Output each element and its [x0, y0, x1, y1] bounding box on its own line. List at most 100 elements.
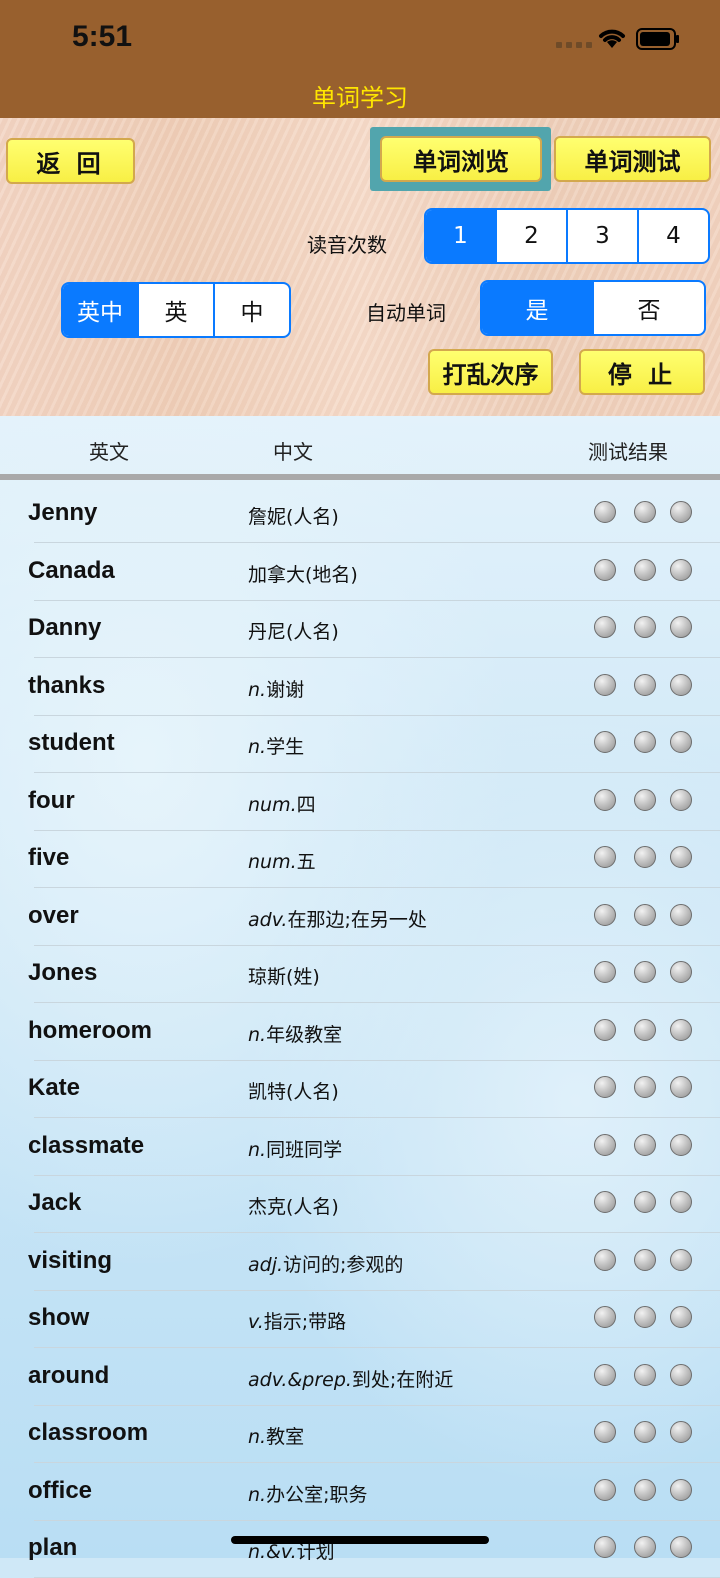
- table-row[interactable]: Jenny 詹妮(人名): [0, 486, 720, 543]
- test-result-indicator-icon: [634, 501, 656, 523]
- header-chinese: 中文: [273, 440, 313, 464]
- part-of-speech: n.: [248, 1426, 267, 1448]
- table-row[interactable]: Danny 丹尼(人名): [0, 601, 720, 658]
- home-indicator[interactable]: [231, 1536, 489, 1544]
- status-time: 5:51: [72, 20, 133, 53]
- test-result-indicator-icon: [594, 1018, 616, 1041]
- table-row[interactable]: student n.学生: [0, 716, 720, 773]
- table-row[interactable]: homeroom n.年级教室: [0, 1004, 720, 1061]
- table-header: 英文 中文 测试结果: [0, 416, 720, 476]
- test-result-indicator-icon: [594, 788, 616, 811]
- meaning: 教室: [266, 1426, 305, 1448]
- word-english: around: [28, 1361, 110, 1389]
- part-of-speech: n.: [248, 1023, 267, 1046]
- word-chinese: 杰克(人名): [248, 1192, 339, 1219]
- test-result-indicator-icon: [594, 1133, 616, 1156]
- meaning: 谢谢: [266, 678, 305, 701]
- word-english: Canada: [28, 556, 115, 584]
- test-result-indicator-icon: [670, 788, 692, 811]
- lang-mode-cn[interactable]: 中: [213, 284, 289, 336]
- lang-mode-en[interactable]: 英: [137, 284, 213, 336]
- word-english: visiting: [28, 1246, 113, 1274]
- header-divider: [0, 474, 720, 480]
- table-row[interactable]: Kate 凯特(人名): [0, 1061, 720, 1118]
- test-result-indicator-icon: [670, 1191, 692, 1213]
- word-english: Jack: [28, 1189, 82, 1216]
- test-result-indicator-icon: [594, 961, 616, 983]
- test-result-indicator-icon: [634, 903, 656, 926]
- meaning: 琼斯(姓): [248, 966, 320, 988]
- test-result-indicator-icon: [670, 1536, 692, 1558]
- word-chinese: n.办公室;职务: [248, 1480, 368, 1507]
- auto-word-yes[interactable]: 是: [482, 282, 592, 334]
- test-result-indicator-icon: [594, 1076, 616, 1098]
- part-of-speech: n.: [248, 1138, 267, 1161]
- word-list[interactable]: 英文 中文 测试结果 Jenny 詹妮(人名) Canada 加拿大(地名) Danny…: [0, 416, 720, 1578]
- word-chinese: 丹尼(人名): [248, 617, 339, 644]
- test-result-indicator-icon: [594, 1478, 616, 1501]
- table-row[interactable]: visiting adj.访问的;参观的: [0, 1234, 720, 1291]
- test-result-indicator-icon: [670, 1076, 692, 1098]
- table-row[interactable]: office n.办公室;职务: [0, 1464, 720, 1521]
- word-chinese: 詹妮(人名): [248, 502, 339, 529]
- table-row[interactable]: thanks n.谢谢: [0, 659, 720, 716]
- table-row[interactable]: plan n.&v.计划: [0, 1521, 720, 1578]
- cellular-signal-icon: [556, 42, 592, 48]
- shuffle-button[interactable]: 打乱次序: [428, 349, 553, 395]
- read-count-3[interactable]: 3: [566, 210, 637, 262]
- word-english: classmate: [28, 1131, 145, 1159]
- table-row[interactable]: around adv.&prep.到处;在附近: [0, 1349, 720, 1406]
- test-result-indicator-icon: [634, 731, 656, 753]
- word-chinese: n.谢谢: [248, 675, 304, 702]
- word-english: office: [28, 1476, 93, 1504]
- read-count-segmented: 1 2 3 4: [424, 208, 710, 264]
- word-english: student: [28, 729, 115, 756]
- meaning: 同班同学: [266, 1138, 343, 1161]
- table-row[interactable]: classmate n.同班同学: [0, 1119, 720, 1176]
- test-result-indicator-icon: [634, 558, 656, 581]
- word-chinese: num.四: [248, 790, 316, 817]
- table-row[interactable]: classroom n.教室: [0, 1406, 720, 1463]
- test-result-indicator-icon: [634, 1133, 656, 1156]
- read-count-2[interactable]: 2: [495, 210, 566, 262]
- part-of-speech: n.&v.: [248, 1541, 297, 1563]
- word-test-button[interactable]: 单词测试: [554, 136, 711, 182]
- word-chinese: v.指示;带路: [248, 1307, 346, 1334]
- table-row[interactable]: show v.指示;带路: [0, 1291, 720, 1348]
- auto-word-no[interactable]: 否: [592, 282, 704, 334]
- table-row[interactable]: Jones 琼斯(姓): [0, 946, 720, 1003]
- word-english: Kate: [28, 1074, 81, 1101]
- test-result-indicator-icon: [634, 1076, 656, 1098]
- test-result-indicator-icon: [594, 731, 616, 753]
- part-of-speech: n.: [248, 736, 267, 758]
- table-row[interactable]: four num.四: [0, 774, 720, 831]
- table-row[interactable]: Jack 杰克(人名): [0, 1176, 720, 1233]
- test-result-indicator-icon: [670, 1248, 692, 1271]
- test-result-indicator-icon: [670, 1363, 692, 1386]
- test-result-indicator-icon: [634, 616, 656, 638]
- test-result-indicator-icon: [594, 1363, 616, 1386]
- meaning: 计划: [296, 1541, 335, 1563]
- table-row[interactable]: Canada 加拿大(地名): [0, 544, 720, 601]
- word-browse-button[interactable]: 单词浏览: [380, 136, 542, 182]
- back-button[interactable]: 返 回: [6, 138, 135, 184]
- table-row[interactable]: five num.五: [0, 831, 720, 888]
- test-result-indicator-icon: [634, 1363, 656, 1386]
- table-row[interactable]: over adv.在那边;在另一处: [0, 889, 720, 946]
- word-chinese: n.学生: [248, 732, 304, 759]
- word-english: over: [28, 901, 79, 929]
- wifi-icon: [599, 29, 625, 48]
- read-count-4[interactable]: 4: [637, 210, 708, 262]
- lang-mode-en-cn[interactable]: 英中: [63, 284, 137, 336]
- test-result-indicator-icon: [594, 501, 616, 523]
- meaning: 四: [296, 793, 316, 816]
- language-mode-segmented: 英中 英 中: [61, 282, 291, 338]
- meaning: 到处;在附近: [351, 1368, 454, 1391]
- word-english: thanks: [28, 671, 106, 699]
- meaning: 学生: [266, 736, 305, 758]
- test-result-indicator-icon: [634, 1191, 656, 1213]
- test-result-indicator-icon: [670, 1478, 692, 1501]
- stop-button[interactable]: 停 止: [579, 349, 705, 395]
- read-count-1[interactable]: 1: [426, 210, 495, 262]
- test-result-indicator-icon: [594, 846, 616, 868]
